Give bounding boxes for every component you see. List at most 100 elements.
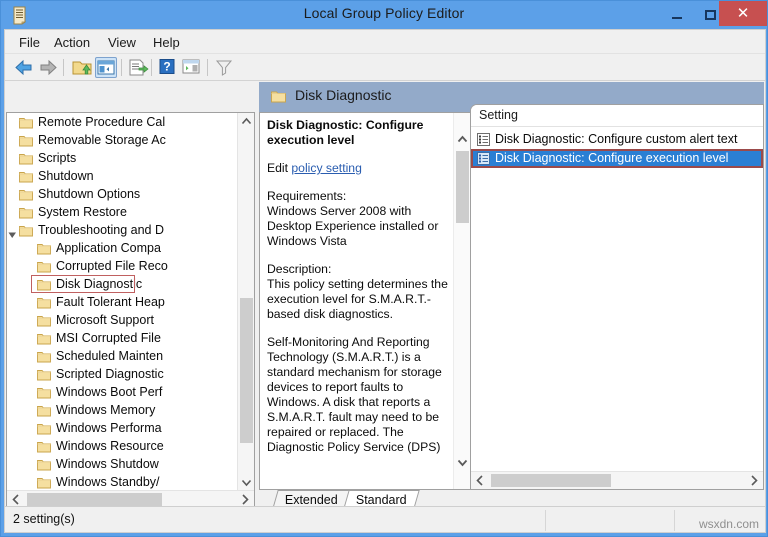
tree-item-msi-corrupted-file[interactable]: MSI Corrupted File [7,329,238,347]
folder-icon [37,440,51,453]
requirements-body: Windows Server 2008 with Desktop Experie… [267,204,439,248]
folder-icon [37,350,51,363]
menu-item-action[interactable]: Action [47,33,97,52]
watermark: wsxdn.com [698,517,759,531]
tree-item-label: Application Compa [56,241,161,255]
tree-scrollbar-thumb[interactable] [240,298,253,443]
back-icon[interactable] [13,57,35,78]
menu-item-view[interactable]: View [101,33,143,52]
settings-list-pane[interactable]: Setting Disk Diagnostic: Configure custo… [470,104,764,490]
tree-item-label: Fault Tolerant Heap [56,295,165,309]
column-header-setting[interactable]: Setting [479,108,518,122]
description-body2: Self-Monitoring And Reporting Technology… [267,335,442,454]
folder-icon [37,260,51,273]
tree-item-microsoft-support[interactable]: Microsoft Support [7,311,238,329]
chevron-right-icon[interactable] [745,472,763,489]
show-hide-console-tree-icon[interactable] [95,57,117,78]
tree-item-corrupted-file-reco[interactable]: Corrupted File Reco [7,257,238,275]
console-tree-list[interactable]: Remote Procedure Cal Removable Storage Ac… [7,113,238,491]
tree-item-windows-shutdow[interactable]: Windows Shutdow [7,455,238,473]
settings-list-header[interactable]: Setting [471,105,763,127]
help-icon[interactable]: ? [157,57,179,78]
tree-item-fault-tolerant-heap[interactable]: Fault Tolerant Heap [7,293,238,311]
tree-hscrollbar-thumb[interactable] [27,493,162,506]
status-text: 2 setting(s) [13,512,75,526]
menu-item-file[interactable]: File [12,33,47,52]
export-list-icon[interactable] [127,57,149,78]
chevron-down-icon[interactable] [8,226,17,238]
folder-icon [271,90,286,103]
chevron-down-icon[interactable] [454,454,470,471]
application-window: Local Group Policy Editor ✕ File Action … [0,0,768,537]
tree-vertical-scrollbar[interactable] [237,113,254,491]
folder-icon [19,188,33,201]
tree-item-scheduled-mainten[interactable]: Scheduled Mainten [7,347,238,365]
detail-vertical-scrollbar[interactable] [453,113,470,489]
folder-icon [19,116,33,129]
tree-item-disk-diagnostic[interactable]: Disk Diagnostic [7,275,238,293]
tree-item-system-restore[interactable]: System Restore [7,203,238,221]
requirements-block: Requirements: Windows Server 2008 with D… [267,189,450,249]
tree-item-label: Windows Resource [56,439,164,453]
tree-item-scripts[interactable]: Scripts [7,149,238,167]
toolbar: ? [5,54,765,81]
minimize-button[interactable] [661,1,693,26]
tree-item-label: Remote Procedure Cal [38,115,166,129]
menu-bar: File Action View Help [5,30,765,54]
tree-item-remote-procedure-cal[interactable]: Remote Procedure Cal [7,113,238,131]
chevron-up-icon[interactable] [238,113,254,130]
list-horizontal-scrollbar[interactable] [471,471,763,489]
tree-item-application-compa[interactable]: Application Compa [7,239,238,257]
description-block: Description: This policy setting determi… [267,262,450,322]
close-button[interactable]: ✕ [719,1,767,26]
title-bar: Local Group Policy Editor ✕ [1,1,767,29]
chevron-up-icon[interactable] [454,131,470,148]
tree-item-windows-performa[interactable]: Windows Performa [7,419,238,437]
forward-icon[interactable] [37,57,59,78]
tree-item-shutdown-options[interactable]: Shutdown Options [7,185,238,203]
tree-item-windows-boot-perf[interactable]: Windows Boot Perf [7,383,238,401]
console-tree-pane[interactable]: Remote Procedure Cal Removable Storage Ac… [6,112,255,509]
list-item[interactable]: Disk Diagnostic: Configure custom alert … [471,130,763,149]
tree-item-removable-storage-ac[interactable]: Removable Storage Ac [7,131,238,149]
chevron-left-icon[interactable] [471,472,489,489]
results-pane: Disk Diagnostic Disk Diagnostic: Configu… [259,82,764,509]
show-action-pane-icon[interactable] [181,57,203,78]
tree-item-label: System Restore [38,205,127,219]
list-hscrollbar-thumb[interactable] [491,474,611,487]
chevron-down-icon[interactable] [238,474,254,491]
detail-scrollbar-thumb[interactable] [456,151,469,223]
tree-item-label: Scripts [38,151,77,165]
window-title: Local Group Policy Editor [303,5,465,21]
up-one-level-icon[interactable] [71,57,93,78]
toolbar-separator [151,59,152,76]
tree-item-label: Windows Memory [56,403,156,417]
folder-icon [37,296,51,309]
edit-prefix: Edit [267,161,292,175]
tree-item-label: Windows Performa [56,421,162,435]
folder-icon [37,476,51,489]
tree-item-label: Troubleshooting and D [38,223,165,237]
folder-icon [37,404,51,417]
tree-item-windows-standby[interactable]: Windows Standby/ [7,473,238,491]
folder-icon [37,314,51,327]
tree-item-windows-resource[interactable]: Windows Resource [7,437,238,455]
requirements-label: Requirements: [267,189,347,203]
tree-item-shutdown[interactable]: Shutdown [7,167,238,185]
filter-icon[interactable] [213,57,235,78]
policy-setting-link[interactable]: policy setting [291,161,361,175]
tree-item-label: Corrupted File Reco [56,259,168,273]
policy-setting-icon [477,133,490,146]
tree-item-scripted-diagnostic[interactable]: Scripted Diagnostic [7,365,238,383]
extended-help-pane[interactable]: Disk Diagnostic: Configure execution lev… [259,112,470,490]
menu-item-help[interactable]: Help [146,33,187,52]
list-item[interactable]: Disk Diagnostic: Configure execution lev… [471,149,763,168]
folder-icon [37,368,51,381]
extended-help-text: Disk Diagnostic: Configure execution lev… [267,118,450,455]
tree-item-troubleshooting-and-d[interactable]: Troubleshooting and D [7,221,238,239]
toolbar-separator [121,59,122,76]
folder-icon [19,134,33,147]
tree-item-windows-memory[interactable]: Windows Memory [7,401,238,419]
folder-icon [37,458,51,471]
folder-icon [19,224,33,237]
